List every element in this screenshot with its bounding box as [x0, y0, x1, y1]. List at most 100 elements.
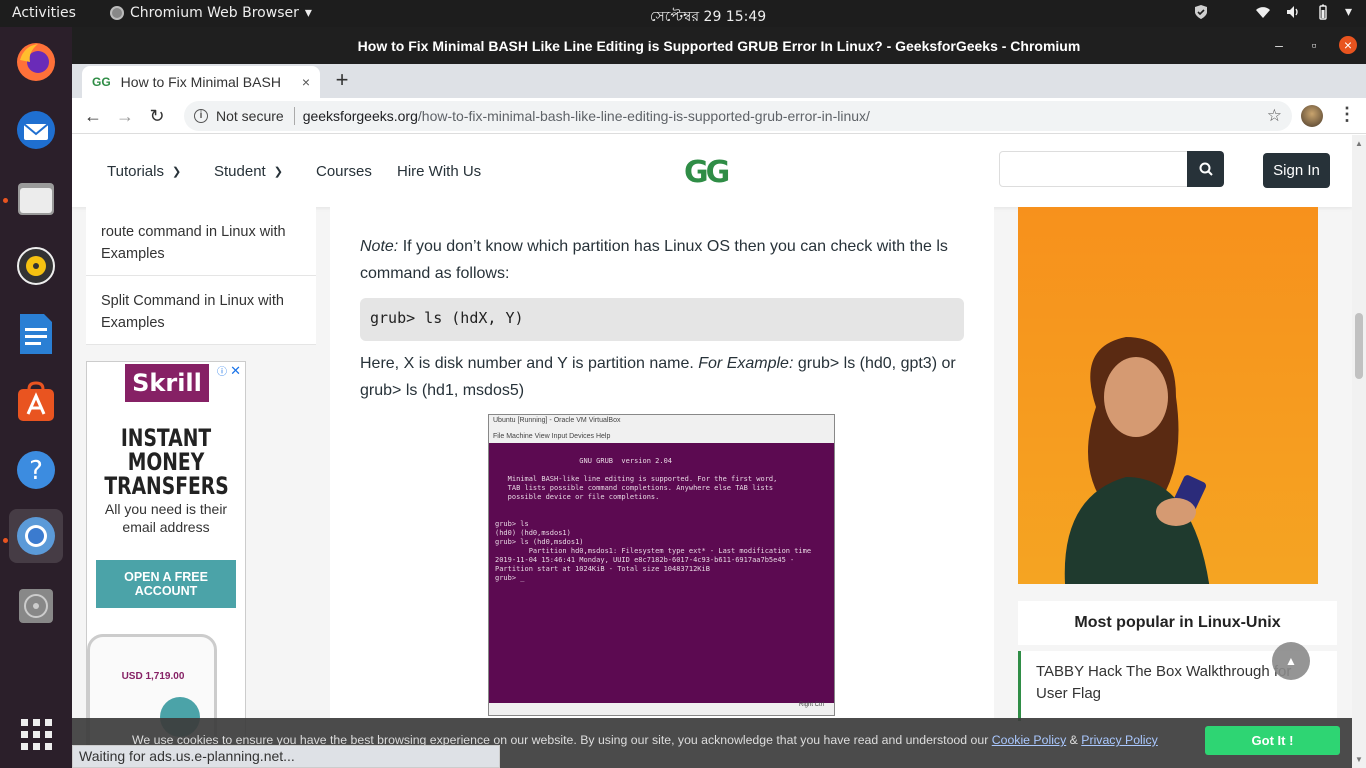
related-link[interactable]: Split Command in Linux with Examples [86, 276, 316, 345]
cookie-amp: & [1066, 733, 1082, 747]
system-top-bar: Activities Chromium Web Browser ▾ সেপ্টে… [0, 0, 1366, 27]
close-icon[interactable]: × [1339, 36, 1357, 54]
privacy-policy-link[interactable]: Privacy Policy [1081, 733, 1158, 747]
status-bubble: Waiting for ads.us.e-planning.net... [72, 745, 500, 768]
nav-hire-with-us[interactable]: Hire With Us [397, 163, 481, 180]
caret-down-icon: ▾ [304, 5, 312, 21]
para-text: Here, X is disk number and Y is partitio… [360, 355, 699, 372]
svg-text:?: ? [29, 456, 43, 486]
ad-subtext: All you need is their email address [104, 501, 228, 535]
app-menu[interactable]: Chromium Web Browser ▾ [110, 5, 312, 21]
chevron-down-icon: ❯ [273, 166, 283, 178]
browser-toolbar: ← → ↻ i Not secure geeksforgeeks.org/how… [72, 98, 1366, 134]
nav-tutorials[interactable]: Tutorials ❯ [107, 163, 181, 180]
ad-close-icon[interactable]: ✕ [230, 363, 241, 379]
thunderbird-icon[interactable] [9, 103, 63, 157]
sign-in-button[interactable]: Sign In [1263, 153, 1330, 188]
system-tray[interactable]: ▾ [1193, 4, 1352, 20]
article-content: Note: If you don’t know which partition … [330, 207, 994, 768]
got-it-button[interactable]: Got It ! [1205, 726, 1340, 755]
grub-screenshot-image: Ubuntu [Running] - Oracle VM VirtualBox … [488, 414, 835, 716]
nav-courses[interactable]: Courses [316, 163, 372, 180]
scroll-down-icon[interactable]: ▼ [1355, 755, 1363, 764]
libreoffice-writer-icon[interactable] [9, 307, 63, 361]
page-scrollbar[interactable]: ▲ ▼ [1352, 135, 1366, 768]
nav-label: Student [214, 163, 266, 180]
grub-terminal: GNU GRUB version 2.04 Minimal BASH-like … [489, 443, 834, 703]
vbox-status: Right Ctrl [798, 702, 824, 708]
running-indicator [3, 538, 8, 543]
shield-icon [1194, 5, 1207, 19]
maximize-icon[interactable]: ▫ [1305, 36, 1323, 54]
scroll-up-icon[interactable]: ▲ [1355, 139, 1363, 148]
search-icon [1199, 162, 1213, 176]
help-icon[interactable]: ? [9, 443, 63, 497]
chromium-icon[interactable] [9, 509, 63, 563]
vbox-title: Ubuntu [Running] - Oracle VM VirtualBox [493, 417, 621, 424]
reload-icon[interactable]: ↻ [146, 105, 168, 127]
ad-headline: INSTANT MONEY TRANSFERS [104, 424, 229, 500]
tab-active[interactable]: GG How to Fix Minimal BASH × [82, 66, 320, 98]
note-paragraph: Note: If you don’t know which partition … [360, 233, 960, 287]
page-viewport: Tutorials ❯ Student ❯ Courses Hire With Us… [72, 135, 1352, 768]
software-center-icon[interactable] [9, 375, 63, 429]
cookie-policy-link[interactable]: Cookie Policy [992, 733, 1067, 747]
battery-icon [1319, 4, 1327, 20]
search-button[interactable] [1187, 151, 1224, 187]
back-icon[interactable]: ← [82, 105, 104, 127]
right-banner-ad[interactable] [1018, 207, 1318, 584]
back-to-top-icon[interactable]: ▲ [1272, 642, 1310, 680]
minimize-icon[interactable]: – [1270, 36, 1288, 54]
profile-avatar[interactable] [1301, 105, 1323, 127]
tab-strip: GG How to Fix Minimal BASH × + [72, 64, 1366, 98]
note-text: If you don’t know which partition has Li… [360, 238, 948, 282]
url-path: /how-to-fix-minimal-bash-like-line-editi… [417, 108, 870, 124]
site-info-icon[interactable]: i [194, 109, 208, 123]
skrill-ad[interactable]: Skrill ⓘ ✕ INSTANT MONEY TRANSFERS All y… [86, 361, 246, 768]
site-header: Tutorials ❯ Student ❯ Courses Hire With Us… [72, 135, 1352, 207]
para-emphasis: For Example: [698, 355, 794, 372]
scrollbar-thumb[interactable] [1355, 313, 1363, 379]
menu-kebab-icon[interactable]: ⋮ [1338, 104, 1356, 125]
nav-student[interactable]: Student ❯ [214, 163, 283, 180]
volume-icon [1286, 6, 1298, 18]
url-host: geeksforgeeks.org [302, 108, 418, 124]
bookmark-star-icon[interactable]: ☆ [1267, 106, 1282, 126]
ad-info-icon[interactable]: ⓘ [217, 363, 227, 378]
tab-close-icon[interactable]: × [302, 74, 310, 90]
window-titlebar: How to Fix Minimal BASH Like Line Editin… [72, 27, 1366, 64]
new-tab-icon[interactable]: + [330, 69, 354, 93]
address-bar[interactable]: i Not secure geeksforgeeks.org/how-to-fi… [184, 101, 1292, 131]
power-menu-icon: ▾ [1344, 4, 1352, 20]
code-block: grub> ls (hdX, Y) [360, 298, 964, 341]
nav-label: Tutorials [107, 163, 164, 180]
most-popular-heading: Most popular in Linux-Unix [1018, 601, 1337, 645]
dock: ? [0, 27, 72, 768]
open-account-button[interactable]: OPEN A FREE ACCOUNT [96, 560, 236, 608]
gfg-favicon-icon: GG [92, 75, 111, 89]
firefox-icon[interactable] [9, 35, 63, 89]
forward-icon[interactable]: → [114, 105, 136, 127]
chevron-down-icon: ❯ [171, 166, 182, 178]
note-label: Note: [360, 238, 399, 255]
site-search-input[interactable] [999, 151, 1188, 187]
security-label[interactable]: Not secure [216, 108, 284, 124]
nav-label: Courses [316, 163, 372, 180]
nav-label: Hire With Us [397, 163, 482, 180]
related-link[interactable]: route command in Linux with Examples [86, 207, 316, 276]
example-paragraph: Here, X is disk number and Y is partitio… [360, 350, 960, 404]
activities-button[interactable]: Activities [12, 5, 76, 21]
show-applications-icon[interactable] [9, 707, 63, 761]
rhythmbox-icon[interactable] [9, 239, 63, 293]
running-indicator [3, 198, 8, 203]
wifi-icon [1255, 7, 1270, 18]
disk-icon[interactable] [9, 579, 63, 633]
app-menu-label: Chromium Web Browser [130, 5, 299, 21]
divider [293, 107, 295, 125]
files-icon[interactable] [9, 171, 63, 225]
gfg-logo[interactable]: GG [684, 155, 730, 190]
clock[interactable]: সেপ্টেম্বর 29 15:49 [638, 5, 778, 29]
window-title: How to Fix Minimal BASH Like Line Editin… [357, 38, 1081, 54]
phone-balance: USD 1,719.00 [121, 671, 185, 682]
related-links: route command in Linux with Examples Spl… [86, 207, 316, 345]
